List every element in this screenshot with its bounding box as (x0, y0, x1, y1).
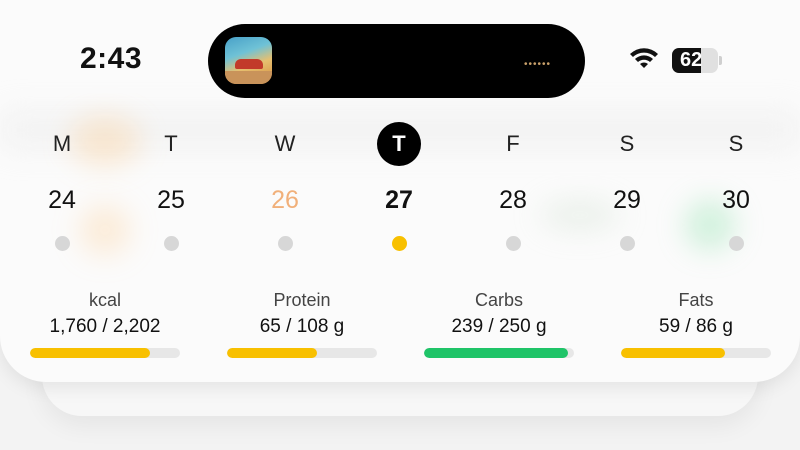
day-number: 24 (48, 186, 76, 214)
day-letter: S (619, 131, 635, 156)
battery-nub (719, 56, 722, 65)
status-time: 2:43 (80, 42, 143, 75)
icon-car (235, 59, 263, 69)
macro-value: 65 / 108 g (259, 316, 345, 337)
macro-label: Protein (273, 290, 331, 310)
app-icon[interactable] (225, 37, 272, 84)
day-letter: S (728, 131, 744, 156)
macro-label: Fats (678, 290, 714, 310)
day-28[interactable]: F 28 (483, 120, 543, 260)
day-letter: F (506, 131, 520, 156)
day-24[interactable]: M 24 (32, 120, 92, 260)
day-number: 25 (157, 186, 185, 214)
macro-value: 59 / 86 g (659, 316, 733, 337)
macro-progress-fill (30, 348, 150, 358)
macro-progress-bar (30, 348, 180, 358)
macro-progress-bar (424, 348, 574, 358)
week-selector: M 24 T 25 W 26 T 27 F 28 S 29 S 30 (0, 120, 800, 260)
macro-kcal[interactable]: kcal 1,760 / 2,202 (30, 290, 180, 360)
macro-label: kcal (88, 290, 121, 310)
activity-indicator: •••••• (524, 59, 552, 70)
day-26[interactable]: W 26 (255, 120, 315, 260)
macro-label: Carbs (474, 290, 523, 310)
macro-progress-bar (227, 348, 377, 358)
day-30[interactable]: S 30 (706, 120, 766, 260)
macro-progress-bar (621, 348, 771, 358)
macro-fats[interactable]: Fats 59 / 86 g (621, 290, 771, 360)
macro-carbs[interactable]: Carbs 239 / 250 g (424, 290, 574, 360)
macro-value: 239 / 250 g (451, 316, 547, 337)
day-number: 30 (722, 186, 750, 214)
day-25[interactable]: T 25 (141, 120, 201, 260)
macro-value: 1,760 / 2,202 (49, 316, 161, 337)
screen: 2:43 •••••• 62 M 24 T 25 W 26 T 27 F 28 S 29 S 30 kca… (0, 0, 800, 450)
day-indicator-dot (729, 236, 744, 251)
day-indicator-dot (392, 236, 407, 251)
battery-percent: 62 (680, 49, 703, 71)
summary-card: 2:43 •••••• 62 M 24 T 25 W 26 T 27 F 28 S 29 S 30 kca… (0, 0, 800, 382)
day-number: 29 (613, 186, 641, 214)
day-indicator-dot (506, 236, 521, 251)
day-27[interactable]: T 27 (369, 120, 429, 260)
day-indicator-dot (164, 236, 179, 251)
wifi-icon (630, 48, 658, 68)
day-indicator-dot (620, 236, 635, 251)
icon-ground (225, 71, 272, 84)
battery-icon: 62 (672, 48, 718, 73)
day-letter: W (274, 131, 296, 156)
day-letter: T (164, 131, 178, 156)
day-number: 28 (499, 186, 527, 214)
macro-progress-fill (621, 348, 725, 358)
day-number: 27 (385, 186, 413, 214)
day-letter: M (52, 131, 72, 156)
day-indicator-dot (55, 236, 70, 251)
day-indicator-dot (278, 236, 293, 251)
dynamic-island[interactable]: •••••• (208, 24, 585, 98)
macro-progress-fill (227, 348, 317, 358)
day-letter: T (377, 122, 421, 166)
day-29[interactable]: S 29 (597, 120, 657, 260)
day-number: 26 (271, 186, 299, 214)
macro-protein[interactable]: Protein 65 / 108 g (227, 290, 377, 360)
macro-progress-fill (424, 348, 568, 358)
